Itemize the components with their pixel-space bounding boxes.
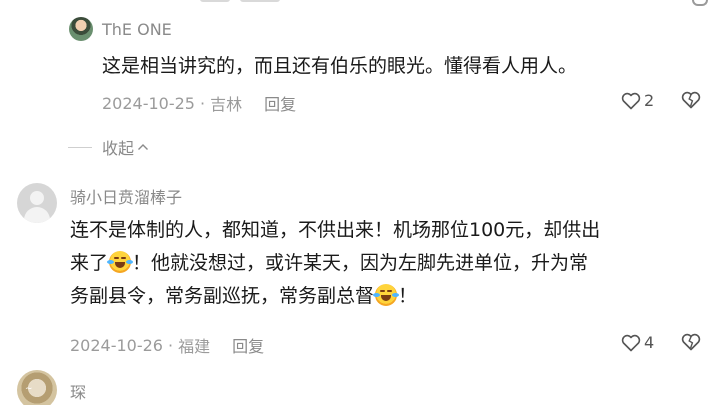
clipped-icon: [692, 0, 708, 6]
default-avatar-head: [30, 191, 44, 205]
clipped-text: [200, 0, 230, 2]
avatar-script-decoration: ~: [25, 384, 33, 394]
reply-button[interactable]: 回复: [264, 91, 296, 115]
reply-button[interactable]: 回复: [232, 333, 264, 357]
laughing-tears-emoji: [107, 251, 134, 273]
comment-fragment: 务副县令，常务副巡抚，常务副总督: [70, 285, 375, 307]
collapse-label[interactable]: 收起: [102, 135, 134, 159]
comment-username[interactable]: ThE ONE: [102, 20, 172, 39]
like-count: 2: [644, 91, 655, 110]
comment-username[interactable]: 琛: [70, 379, 86, 403]
avatar[interactable]: ~: [17, 370, 57, 405]
comment-text: 连不是体制的人，都知道，不供出来！机场那位100元，却供出 来了 ！他就没想过，或…: [70, 214, 710, 313]
comment-line: 务副县令，常务副巡抚，常务副总督 ！: [70, 280, 710, 313]
clipped-text: [240, 0, 280, 2]
chevron-up-icon: [138, 144, 149, 150]
comment-meta: 2024-10-26 · 福建 回复: [70, 333, 264, 357]
comment-date: 2024-10-25: [102, 93, 195, 113]
divider-line: [68, 146, 92, 148]
comment-line: 来了 ！他就没想过，或许某天，因为左脚先进单位，升为常: [70, 247, 710, 280]
broken-heart-icon[interactable]: [681, 333, 701, 351]
like-count: 4: [644, 333, 655, 352]
previous-row-remnant: [0, 0, 720, 6]
laughing-tears-emoji: [373, 284, 400, 306]
default-avatar-body: [24, 207, 50, 223]
avatar[interactable]: [69, 17, 93, 41]
comment-line: 连不是体制的人，都知道，不供出来！机场那位100元，却供出: [70, 219, 601, 241]
heart-outline-icon: [621, 92, 641, 109]
broken-heart-icon[interactable]: [681, 91, 701, 109]
comment-fragment: ！: [398, 285, 418, 307]
comment-fragment: 来了: [70, 252, 109, 274]
avatar[interactable]: [17, 183, 57, 223]
comment-date: 2024-10-26: [70, 335, 163, 355]
like-button[interactable]: 2: [621, 91, 654, 110]
comment-location: 吉林: [210, 95, 243, 114]
comment-meta: 2024-10-25 · 吉林 回复: [102, 91, 296, 115]
comment-fragment: ！他就没想过，或许某天，因为左脚先进单位，升为常: [132, 252, 589, 274]
comment-thread: ThE ONE 这是相当讲究的，而且还有伯乐的眼光。懂得看人用人。 2024-1…: [0, 0, 720, 405]
collapse-replies[interactable]: 收起: [68, 135, 149, 159]
separator-dot: ·: [167, 335, 174, 355]
separator-dot: ·: [199, 93, 206, 113]
heart-outline-icon: [621, 334, 641, 351]
like-button[interactable]: 4: [621, 333, 654, 352]
comment-text: 这是相当讲究的，而且还有伯乐的眼光。懂得看人用人。: [102, 55, 578, 77]
comment-location: 福建: [178, 337, 211, 356]
comment-username[interactable]: 骑小日贲溜棒子: [70, 184, 182, 208]
